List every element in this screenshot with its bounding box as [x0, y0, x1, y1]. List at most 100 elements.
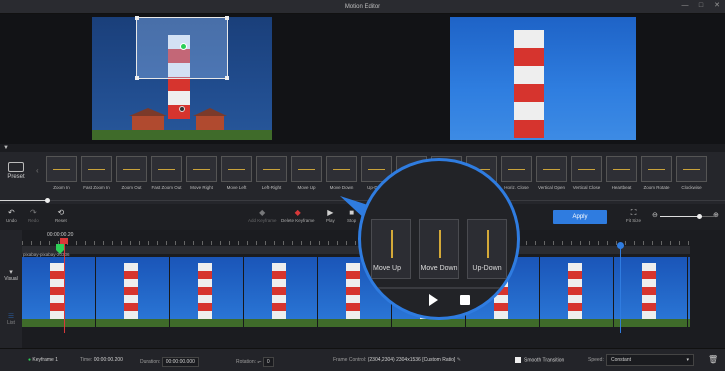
magnified-label: Move Up [372, 265, 401, 272]
magnified-stop-icon [460, 295, 470, 305]
visual-tab[interactable]: ▾ Visual [0, 268, 22, 282]
preset-scrollbar[interactable] [0, 200, 725, 201]
smooth-transition-checkbox[interactable]: Smooth Transition [515, 357, 564, 363]
redo-button[interactable]: ↷ Redo [28, 208, 39, 223]
duration-field: Duration: 00:00:00.000 [140, 357, 199, 367]
keyframe-properties-bar: ● Keyframe 1 Time: 00:00:00.200 Duration… [0, 348, 725, 371]
clip-frame [244, 257, 318, 327]
fit-size-icon: ⛶ [630, 208, 637, 217]
list-tab[interactable]: ☰ List [0, 312, 22, 326]
zoom-out-icon[interactable]: ⊖ [652, 211, 658, 219]
speed-dropdown[interactable]: Constant ▾ [606, 354, 694, 366]
crop-handle[interactable] [135, 76, 139, 80]
preset-strip: Preset ‹ Zoom In Fast Zoom In Zoom Out F… [0, 152, 725, 204]
clip-filmstrip[interactable] [22, 257, 690, 327]
zoom-in-icon[interactable]: ⊕ [713, 211, 719, 219]
preset-fast-zoom-out[interactable]: Fast Zoom Out [151, 156, 182, 196]
crop-handle[interactable] [135, 16, 139, 20]
keyframe-name: ● Keyframe 1 [28, 357, 58, 363]
clip-frame [614, 257, 688, 327]
source-preview[interactable] [92, 16, 272, 140]
time-ruler[interactable]: 00:00:00.20 [22, 232, 690, 245]
playhead[interactable] [64, 238, 65, 333]
apply-button[interactable]: Apply [553, 210, 607, 224]
preview-area [0, 14, 725, 144]
rotation-input[interactable]: 0 [262, 357, 274, 367]
collapse-icon[interactable]: ▼ [3, 145, 9, 151]
preset-move-left[interactable]: Move Left [221, 156, 252, 196]
timeline-sidebar: ▾ Visual ☰ List [0, 230, 22, 348]
magnified-label: Up-Down [472, 265, 502, 272]
zoom-slider-handle[interactable] [697, 214, 702, 219]
magnifier-callout: Move Up Move Down Up-Down [358, 158, 520, 320]
reset-button[interactable]: ⟲ Reset [55, 208, 67, 223]
add-keyframe-icon: ◆ [259, 208, 266, 217]
scroll-left-icon[interactable]: ‹ [36, 166, 39, 175]
chevron-down-icon: ▾ [686, 357, 689, 363]
maximize-icon[interactable]: □ [697, 2, 705, 10]
redo-icon: ↷ [30, 208, 37, 217]
play-icon: ▶ [327, 208, 334, 217]
time-field: Time: 00:00:00.200 [80, 357, 123, 363]
end-marker-line [620, 248, 621, 333]
rotation-field: Rotation: ⟜ 0 [236, 357, 274, 367]
close-icon[interactable]: ✕ [713, 2, 721, 10]
visual-icon: ▾ [9, 269, 13, 276]
clip-frame [22, 257, 96, 327]
rotation-icon: ⟜ [257, 359, 262, 365]
checkbox-checked-icon [515, 357, 521, 363]
clip-frame [688, 257, 690, 327]
crop-handle[interactable] [225, 76, 229, 80]
play-button[interactable]: ▶ Play [326, 208, 335, 223]
building-image [132, 116, 164, 130]
preset-move-up[interactable]: Move Up [291, 156, 322, 196]
clip-frame [96, 257, 170, 327]
origin-point[interactable] [179, 106, 185, 112]
building-image [196, 116, 224, 130]
fit-size-button[interactable]: ⛶ Fit Size [626, 208, 641, 223]
camera-icon [8, 162, 24, 172]
frame-control-field: Frame Control: (2304,2304) 2304x1536 [Cu… [333, 357, 461, 363]
undo-icon: ↶ [8, 208, 15, 217]
clip-frame [170, 257, 244, 327]
preset-move-right[interactable]: Move Right [186, 156, 217, 196]
crop-frame[interactable] [135, 16, 229, 80]
list-icon: ☰ [7, 313, 15, 320]
edit-icon: ✎ [456, 357, 461, 363]
panel-divider[interactable] [0, 144, 725, 152]
preset-zoom-rotate[interactable]: Zoom Rotate [641, 156, 672, 196]
preset-horiz-close[interactable]: Horiz. Close [501, 156, 532, 196]
preset-fast-zoom-in[interactable]: Fast Zoom In [81, 156, 112, 196]
magnified-play-icon [429, 294, 438, 306]
preset-zoom-out[interactable]: Zoom Out [116, 156, 147, 196]
trash-icon[interactable]: 🗑 [708, 355, 718, 364]
title-bar: Motion Editor — □ ✕ [0, 0, 725, 14]
keyframe-track[interactable] [22, 246, 690, 254]
result-preview [450, 17, 636, 140]
crop-handle[interactable] [225, 16, 229, 20]
delete-keyframe-icon: ◆ [294, 208, 301, 217]
preset-scroll-handle[interactable] [45, 198, 50, 203]
clip-frame [540, 257, 614, 327]
lighthouse-image [514, 30, 544, 140]
preset-clockwise[interactable]: Clockwise [676, 156, 707, 196]
minimize-icon[interactable]: — [681, 2, 689, 10]
preset-vertical-open[interactable]: Vertical Open [536, 156, 567, 196]
reset-icon: ⟲ [57, 208, 65, 217]
preset-move-down[interactable]: Move Down [326, 156, 357, 196]
speed-label: Speed: [588, 357, 604, 363]
add-keyframe-button[interactable]: ◆ Add Keyframe [248, 208, 277, 223]
preset-left-right[interactable]: Left-Right [256, 156, 287, 196]
stop-button[interactable]: ■ Stop [347, 208, 356, 223]
preset-button[interactable]: Preset [4, 162, 28, 180]
window-controls: — □ ✕ [681, 2, 721, 10]
preset-heartbeat[interactable]: Heartbeat [606, 156, 637, 196]
undo-button[interactable]: ↶ Undo [6, 208, 17, 223]
window-title: Motion Editor [344, 3, 381, 10]
preset-zoom-in[interactable]: Zoom In [46, 156, 77, 196]
crop-center-handle[interactable] [180, 43, 187, 50]
magnified-label: Move Down [420, 265, 458, 272]
preset-vertical-close[interactable]: Vertical Close [571, 156, 602, 196]
delete-keyframe-button[interactable]: ◆ Delete Keyframe [281, 208, 315, 223]
duration-input[interactable]: 00:00:00.000 [161, 357, 199, 367]
